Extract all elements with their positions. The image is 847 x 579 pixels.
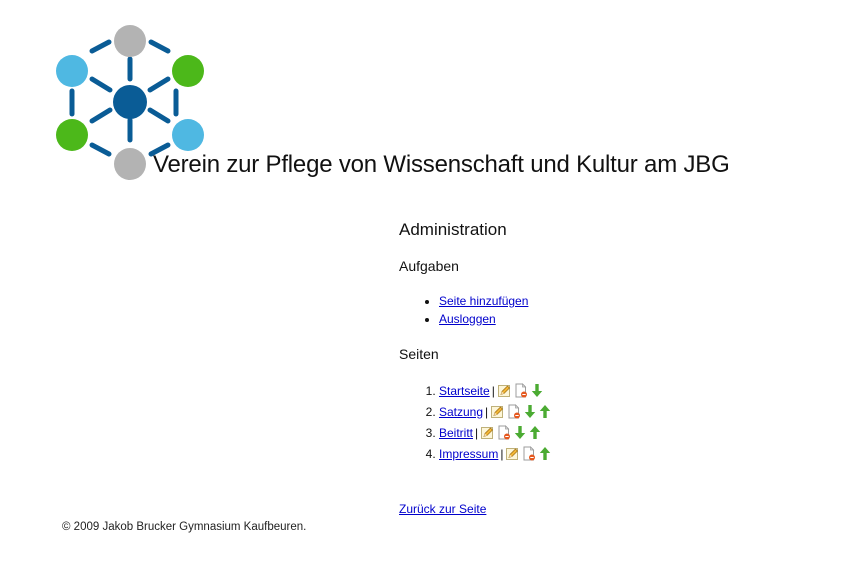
page-link[interactable]: Startseite xyxy=(439,384,490,398)
page-link[interactable]: Impressum xyxy=(439,447,498,461)
edit-icon[interactable] xyxy=(505,446,519,468)
tasks-heading: Aufgaben xyxy=(399,258,459,274)
pages-list: Startseite|Satzung|Beitritt|Impressum| xyxy=(399,381,554,465)
page-item: Startseite| xyxy=(439,381,554,402)
delete-page-icon[interactable] xyxy=(522,446,536,468)
page-item: Impressum| xyxy=(439,444,554,465)
site-title: Verein zur Pflege von Wissenschaft und K… xyxy=(153,151,730,178)
list-item: Seite hinzufügen xyxy=(439,292,528,310)
admin-panel: Administration Aufgaben Seite hinzufügen… xyxy=(399,220,819,461)
admin-heading: Administration xyxy=(399,220,507,239)
separator: | xyxy=(475,426,479,440)
separator: | xyxy=(491,384,495,398)
separator: | xyxy=(485,405,489,419)
page-link[interactable]: Beitritt xyxy=(439,426,473,440)
list-item: Ausloggen xyxy=(439,310,528,328)
add-page-link[interactable]: Seite hinzufügen xyxy=(439,294,528,308)
separator: | xyxy=(500,447,504,461)
page-link[interactable]: Satzung xyxy=(439,405,483,419)
logout-link[interactable]: Ausloggen xyxy=(439,312,496,326)
pages-heading: Seiten xyxy=(399,346,439,362)
page-item: Satzung| xyxy=(439,402,554,423)
move-up-icon[interactable] xyxy=(539,446,551,468)
footer-copyright: © 2009 Jakob Brucker Gymnasium Kaufbeure… xyxy=(62,521,307,533)
tasks-list: Seite hinzufügen Ausloggen xyxy=(399,292,528,328)
back-to-site-link[interactable]: Zurück zur Seite xyxy=(399,502,486,516)
page-item: Beitritt| xyxy=(439,423,554,444)
